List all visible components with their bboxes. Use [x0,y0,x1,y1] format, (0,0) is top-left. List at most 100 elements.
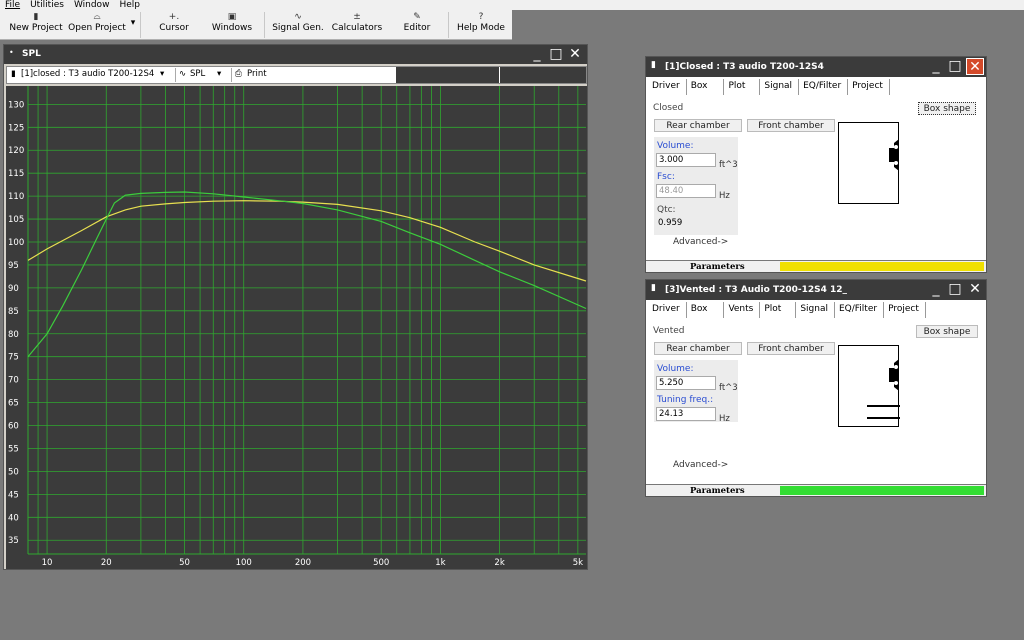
tab-plot[interactable]: Plot [724,79,761,95]
cursor-button[interactable]: +. Cursor [150,12,198,38]
maximize-button[interactable]: □ [946,58,964,75]
new-project-button[interactable]: ▮ New Project [8,12,64,38]
minimize-button[interactable]: _ [927,281,945,298]
signal-gen-button[interactable]: ∿ Signal Gen. [270,12,326,38]
y-tick-label: 70 [8,376,19,386]
readout-box [500,67,586,83]
x-tick-label: 1k [435,558,445,568]
calculators-button[interactable]: ± Calculators [330,12,384,38]
rear-chamber-tab[interactable]: Rear chamber [654,119,742,132]
project-select[interactable]: [1]closed : T3 audio T200-12S4 [21,69,154,79]
spl-title-bar[interactable]: • SPL _ □ ✕ [4,45,587,64]
vented-tabs: Driver Box Vents Plot Signal EQ/Filter P… [648,302,926,318]
spl-chart[interactable]: 35 40 45 50 55 60 65 70 75 80 85 90 95 100 105 110 115 12… [6,86,587,569]
maximize-button[interactable]: □ [547,46,565,63]
tab-signal[interactable]: Signal [796,302,835,318]
editor-label: Editor [403,23,431,33]
editor-button[interactable]: ✎ Editor [396,12,438,38]
help-mode-button[interactable]: ? Help Mode [455,12,507,38]
y-tick-label: 50 [8,467,19,477]
windows-button[interactable]: ▣ Windows [206,12,258,38]
maximize-button[interactable]: □ [946,281,964,298]
parameters-label: Parameters [690,486,745,496]
tuning-freq-input[interactable]: 24.13 [656,407,716,421]
tab-box[interactable]: Box [687,302,725,318]
graph-dropdown-arrow-icon[interactable]: ▾ [217,69,221,79]
x-tick-label: 2k [494,558,504,568]
dropdown-arrow-icon: ▾ [130,18,136,28]
menu-help[interactable]: Help [114,0,145,10]
closed-title-bar[interactable]: ▮ [1]Closed : T3 audio T200-12S4 _ □ ✕ [646,57,986,77]
window-menu-icon[interactable]: ▮ [651,283,656,293]
fsc-label: Fsc: [657,172,675,182]
rear-chamber-tab[interactable]: Rear chamber [654,342,742,355]
close-button[interactable]: ✕ [966,58,984,75]
close-button[interactable]: ✕ [566,46,584,63]
tab-signal[interactable]: Signal [760,79,800,95]
close-button[interactable]: ✕ [966,281,984,298]
tab-vents[interactable]: Vents [724,302,761,318]
minimize-button[interactable]: _ [927,58,945,75]
window-menu-icon[interactable]: • [9,48,14,57]
signal-gen-icon: ∿ [294,12,302,22]
open-project-button[interactable]: ⌓ Open Project [66,12,128,38]
menu-window[interactable]: Window [69,0,115,10]
tab-box[interactable]: Box [687,79,725,95]
closed-window-title: [1]Closed : T3 audio T200-12S4 [665,62,824,72]
box-type-label: Vented [653,326,685,336]
tab-plot[interactable]: Plot [760,302,797,318]
toolbar-divider [175,68,176,82]
y-tick-label: 65 [8,399,19,409]
tab-eq-filter[interactable]: EQ/Filter [835,302,885,318]
tuning-freq-label: Tuning freq.: [657,395,714,405]
qtc-value: 0.959 [658,218,683,228]
cursor-icon: +. [168,12,180,22]
y-tick-label: 45 [8,490,19,500]
volume-input[interactable]: 3.000 [656,153,716,167]
vented-title-bar[interactable]: ▮ [3]Vented : T3 Audio T200-12S4 12_ _ □… [646,280,986,300]
qtc-label: Qtc: [657,205,676,215]
menu-utilities[interactable]: Utilities [25,0,69,10]
front-chamber-tab[interactable]: Front chamber [747,119,835,132]
x-tick-label: 10 [42,558,53,568]
toolbar-separator [448,12,449,38]
tab-project[interactable]: Project [884,302,926,318]
menu-bar: File Utilities Window Help [0,0,1024,10]
closed-box-window: ▮ [1]Closed : T3 audio T200-12S4 _ □ ✕ D… [645,56,987,273]
editor-icon: ✎ [413,12,421,22]
graph-select[interactable]: SPL [190,69,205,79]
printer-icon: ⎙ [235,69,242,79]
print-button[interactable]: Print [247,69,267,79]
tab-project[interactable]: Project [848,79,890,95]
cursor-label: Cursor [159,23,189,33]
tab-eq-filter[interactable]: EQ/Filter [799,79,849,95]
spl-window-title: SPL [22,49,41,59]
vented-status-bar: Parameters [646,484,986,496]
front-chamber-tab[interactable]: Front chamber [747,342,835,355]
spl-toolbar: ▮ [1]closed : T3 audio T200-12S4 ▾ ∿ SPL… [6,66,587,84]
menu-file[interactable]: File [0,0,25,10]
project-dropdown-arrow-icon[interactable]: ▾ [160,69,164,79]
box-shape-button[interactable]: Box shape [918,102,976,115]
wave-icon: ∿ [179,69,187,79]
box-shape-button[interactable]: Box shape [916,325,978,338]
closed-status-bar: Parameters [646,260,986,272]
advanced-link[interactable]: Advanced-> [673,237,728,247]
y-tick-label: 115 [8,169,24,179]
window-menu-icon[interactable]: ▮ [651,60,656,70]
tab-driver[interactable]: Driver [648,79,687,95]
help-icon: ? [478,12,484,22]
open-project-label: Open Project [68,23,126,33]
vented-box-window: ▮ [3]Vented : T3 Audio T200-12S4 12_ _ □… [645,279,987,497]
open-project-dropdown[interactable]: ▾ [128,18,138,44]
calculators-label: Calculators [331,23,383,33]
parameters-label: Parameters [690,262,745,272]
minimize-button[interactable]: _ [528,46,546,63]
y-tick-label: 95 [8,261,19,271]
parameters-status-bar [780,486,984,495]
advanced-link[interactable]: Advanced-> [673,460,728,470]
tab-driver[interactable]: Driver [648,302,687,318]
plot-area [28,86,586,554]
volume-input[interactable]: 5.250 [656,376,716,390]
closed-box-diagram [838,122,899,204]
